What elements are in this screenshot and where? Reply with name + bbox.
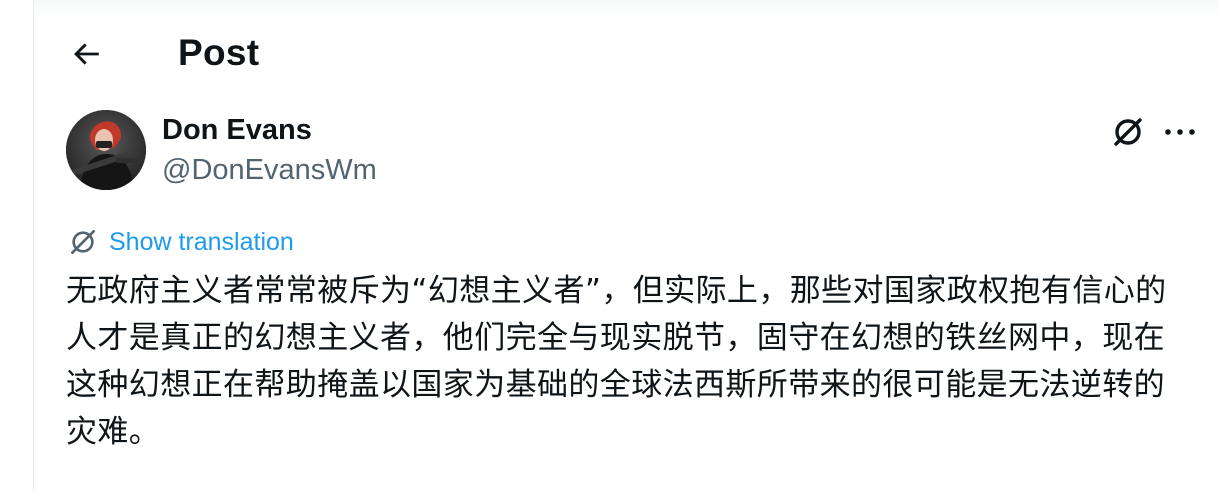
post-author: Don Evans @DonEvansWm [66,108,1218,192]
show-translation-link[interactable]: Show translation [66,222,294,262]
header-backdrop [34,0,1218,20]
grok-translate-icon [66,225,100,259]
show-translation-label[interactable]: Show translation [109,224,294,260]
author-display-name[interactable]: Don Evans [162,112,312,148]
more-options-button[interactable] [1158,110,1202,154]
grok-button[interactable] [1106,110,1150,154]
author-handle[interactable]: @DonEvansWm [162,152,377,188]
avatar-image [66,110,146,190]
arrow-left-icon [74,43,99,65]
post-header: Post [34,24,1218,82]
post-body-text: 无政府主义者常常被斥为“幻想主义者”，但实际上，那些对国家政权抱有信心的人才是真… [66,273,1167,450]
back-button[interactable] [64,32,108,76]
avatar[interactable] [66,110,146,190]
page-title: Post [178,32,260,73]
grok-icon [1114,118,1142,146]
more-horizontal-icon [1165,129,1195,135]
